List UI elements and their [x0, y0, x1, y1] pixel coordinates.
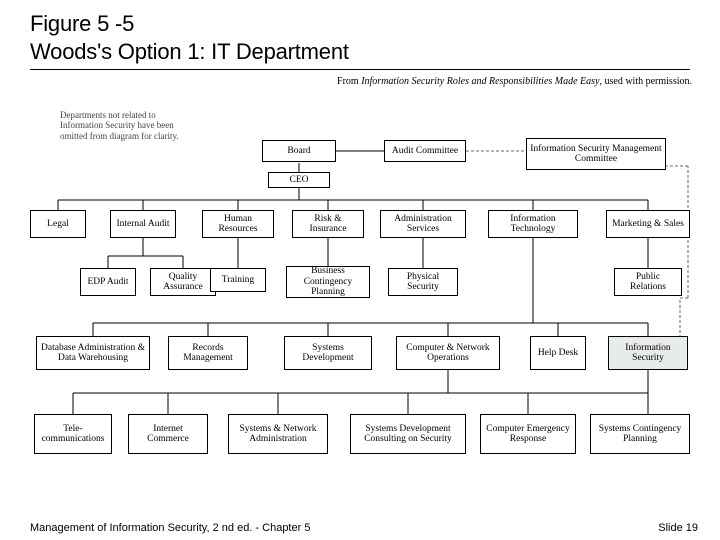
- figure-number: Figure 5 -5: [30, 10, 690, 38]
- node-it: Information Technology: [488, 210, 578, 238]
- node-ceo: CEO: [268, 172, 330, 188]
- node-risk-insurance: Risk & Insurance: [292, 210, 364, 238]
- node-scp: Systems Contingency Planning: [590, 414, 690, 454]
- node-sna: Systems & Network Administration: [228, 414, 328, 454]
- node-bcp: Business Contingency Planning: [286, 266, 370, 298]
- node-help-desk: Help Desk: [530, 336, 586, 370]
- node-dba: Database Administration & Data Warehousi…: [36, 336, 150, 370]
- node-public-relations: Public Relations: [614, 268, 682, 296]
- attribution-prefix: From: [337, 76, 361, 87]
- attribution-source: Information Security Roles and Responsib…: [361, 76, 599, 87]
- org-chart: Board Audit Committee Information Securi…: [28, 138, 700, 510]
- node-cno: Computer & Network Operations: [396, 336, 500, 370]
- node-telecom: Tele- communications: [34, 414, 112, 454]
- node-sdcs: Systems Development Consulting on Securi…: [350, 414, 466, 454]
- node-marketing-sales: Marketing & Sales: [606, 210, 690, 238]
- clarity-note: Departments not related to Information S…: [60, 110, 190, 141]
- node-ismc: Information Security Management Committe…: [526, 138, 666, 170]
- attribution-suffix: , used with permission.: [600, 76, 693, 87]
- footer: Management of Information Security, 2 nd…: [30, 522, 698, 534]
- title-rule: [30, 69, 690, 70]
- footer-left: Management of Information Security, 2 nd…: [30, 522, 310, 534]
- figure-title: Woods's Option 1: IT Department: [30, 38, 690, 66]
- node-physical-security: Physical Security: [388, 268, 458, 296]
- node-qa: Quality Assurance: [150, 268, 216, 296]
- connector-lines: [28, 138, 700, 510]
- node-board: Board: [262, 140, 336, 162]
- node-training: Training: [210, 268, 266, 292]
- node-internet-commerce: Internet Commerce: [128, 414, 208, 454]
- node-internal-audit: Internal Audit: [110, 210, 176, 238]
- node-audit-committee: Audit Committee: [384, 140, 466, 162]
- node-infosec: Information Security: [608, 336, 688, 370]
- attribution: From Information Security Roles and Resp…: [0, 74, 720, 87]
- node-hr: Human Resources: [202, 210, 274, 238]
- footer-right: Slide 19: [658, 522, 698, 534]
- node-sys-dev: Systems Development: [284, 336, 372, 370]
- node-cer: Computer Emergency Response: [480, 414, 576, 454]
- node-admin-services: Administration Services: [380, 210, 466, 238]
- node-legal: Legal: [30, 210, 86, 238]
- title-block: Figure 5 -5 Woods's Option 1: IT Departm…: [0, 0, 720, 74]
- node-edp-audit: EDP Audit: [80, 268, 136, 296]
- node-records: Records Management: [168, 336, 248, 370]
